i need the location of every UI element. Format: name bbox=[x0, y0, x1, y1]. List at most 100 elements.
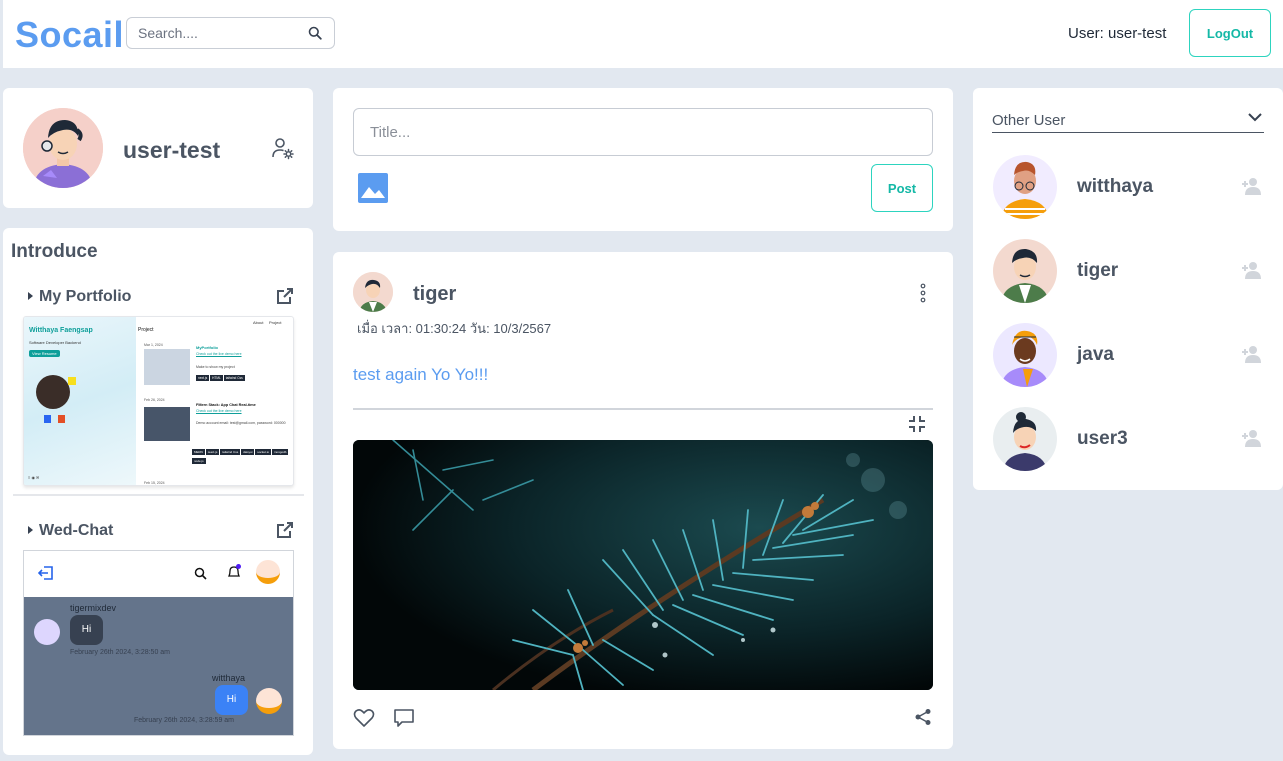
post-divider bbox=[353, 408, 933, 410]
post-composer: Post bbox=[333, 88, 953, 231]
post-image[interactable] bbox=[353, 440, 933, 690]
portfolio-toggle[interactable]: My Portfolio bbox=[28, 288, 131, 306]
search-box[interactable] bbox=[126, 17, 335, 49]
avatar-illustration bbox=[993, 407, 1057, 471]
image-upload-icon[interactable] bbox=[357, 172, 389, 204]
caret-right-icon bbox=[28, 525, 33, 534]
add-friend-icon[interactable] bbox=[1241, 177, 1263, 195]
logout-button[interactable]: LogOut bbox=[1189, 9, 1271, 57]
other-user-row[interactable]: tiger bbox=[993, 239, 1265, 303]
chat-sender: tigermixdev bbox=[70, 603, 117, 613]
other-user-avatar[interactable] bbox=[993, 407, 1057, 471]
preview-tag: mongodb bbox=[271, 449, 289, 455]
js-logo-icon bbox=[68, 377, 76, 385]
preview-entry-link: Check out the live demo here bbox=[196, 352, 242, 356]
chat-avatar bbox=[34, 619, 60, 645]
avatar-illustration bbox=[23, 108, 103, 188]
external-link-icon[interactable] bbox=[276, 521, 294, 539]
comment-icon[interactable] bbox=[393, 708, 415, 728]
avatar-illustration bbox=[993, 323, 1057, 387]
add-friend-icon[interactable] bbox=[1241, 261, 1263, 279]
chat-bubble: Hi bbox=[70, 615, 103, 645]
search-icon[interactable] bbox=[308, 26, 322, 40]
chat-avatar bbox=[256, 688, 282, 714]
css-logo-icon bbox=[44, 415, 51, 423]
post-title-input[interactable] bbox=[353, 108, 933, 156]
preview-tag: HTML bbox=[210, 375, 223, 381]
profile-avatar[interactable] bbox=[23, 108, 103, 188]
preview-nav-about: About bbox=[253, 320, 264, 325]
preview-entry-title: MyPortfolio bbox=[196, 345, 218, 350]
other-user-avatar[interactable] bbox=[993, 155, 1057, 219]
chat-time: February 26th 2024, 3:28:59 am bbox=[134, 717, 235, 724]
preview-chat-header bbox=[24, 551, 293, 597]
avatar-illustration bbox=[993, 155, 1057, 219]
preview-tag: react.js bbox=[205, 449, 220, 455]
preview-entry-title: FMern Stack: App Chat Real-time bbox=[196, 403, 256, 407]
post-author-avatar[interactable] bbox=[353, 272, 393, 312]
html-logo-icon bbox=[58, 415, 65, 423]
add-friend-icon[interactable] bbox=[1241, 429, 1263, 447]
add-friend-icon[interactable] bbox=[1241, 345, 1263, 363]
other-user-name[interactable]: witthaya bbox=[1077, 176, 1153, 198]
preview-tag: tailwind Css bbox=[223, 375, 245, 381]
chat-time: February 26th 2024, 3:28:50 am bbox=[70, 649, 171, 656]
portfolio-label: My Portfolio bbox=[39, 288, 132, 305]
brand-logo[interactable]: Socail bbox=[15, 14, 124, 56]
preview-tag: node.js bbox=[192, 458, 206, 464]
preview-view-button: View Resume bbox=[29, 350, 60, 357]
share-icon[interactable] bbox=[914, 708, 932, 726]
avatar-illustration bbox=[993, 239, 1057, 303]
top-header: Socail User: user-test LogOut bbox=[3, 0, 1283, 68]
divider bbox=[13, 494, 304, 496]
preview-tag: next.js bbox=[196, 375, 210, 381]
preview-entry-image bbox=[144, 349, 190, 385]
preview-tag: tailwind Css bbox=[220, 449, 241, 455]
other-user-avatar[interactable] bbox=[993, 239, 1057, 303]
other-user-name[interactable]: user3 bbox=[1077, 428, 1128, 450]
search-icon bbox=[194, 567, 207, 580]
preview-entry-image bbox=[144, 407, 190, 441]
other-user-row[interactable]: user3 bbox=[993, 407, 1265, 471]
search-input[interactable] bbox=[138, 25, 298, 41]
preview-entry-date: Feb 26, 2024 bbox=[144, 398, 165, 402]
chat-sender: witthaya bbox=[212, 673, 246, 683]
current-user-label: User: user-test bbox=[1068, 25, 1167, 42]
other-user-row[interactable]: java bbox=[993, 323, 1265, 387]
preview-tag: daisyui bbox=[241, 449, 255, 455]
post-card: tiger เมื่อ เวลา: 01:30:24 วัน: 10/3/256… bbox=[333, 252, 953, 749]
other-user-row[interactable]: witthaya bbox=[993, 155, 1265, 219]
other-users-dropdown[interactable]: Other User bbox=[992, 108, 1264, 133]
other-user-avatar[interactable] bbox=[993, 323, 1057, 387]
post-button[interactable]: Post bbox=[871, 164, 933, 212]
external-link-icon[interactable] bbox=[276, 287, 294, 305]
profile-card: user-test bbox=[3, 88, 313, 208]
portfolio-preview[interactable]: Witthaya Faengsap Software Developer Bac… bbox=[23, 316, 294, 486]
user-settings-icon[interactable] bbox=[271, 136, 295, 160]
webchat-label: Wed-Chat bbox=[39, 522, 114, 539]
preview-entry-tags: next.js HTML tailwind Css bbox=[196, 375, 245, 381]
preview-tag: socket.io bbox=[255, 449, 272, 455]
preview-entry-date: Mar 1, 2024 bbox=[144, 343, 163, 347]
webchat-preview[interactable]: tigermixdev Hi February 26th 2024, 3:28:… bbox=[23, 550, 294, 736]
preview-entry-desc: Make to show my project bbox=[196, 365, 235, 369]
preview-avatar bbox=[256, 560, 280, 584]
introduce-card: Introduce My Portfolio Witthaya Faengsap… bbox=[3, 228, 313, 755]
profile-username: user-test bbox=[123, 137, 221, 163]
preview-photo bbox=[36, 375, 70, 409]
post-timestamp: เมื่อ เวลา: 01:30:24 วัน: 10/3/2567 bbox=[357, 321, 552, 336]
post-content: test again Yo Yo!!! bbox=[353, 365, 489, 384]
preview-entry-date: Feb 15, 2024 bbox=[144, 481, 165, 485]
webchat-toggle[interactable]: Wed-Chat bbox=[28, 522, 113, 540]
preview-chat-body bbox=[24, 597, 293, 735]
logout-icon bbox=[38, 566, 53, 580]
pine-branch-image bbox=[353, 440, 933, 690]
more-options-icon[interactable] bbox=[915, 282, 931, 304]
like-icon[interactable] bbox=[353, 708, 375, 728]
other-user-name[interactable]: tiger bbox=[1077, 260, 1118, 282]
other-user-name[interactable]: java bbox=[1077, 344, 1114, 366]
preview-entry-desc: Demo account email: test@gmail.com, pass… bbox=[196, 421, 286, 425]
collapse-icon[interactable] bbox=[907, 414, 927, 434]
avatar-illustration bbox=[353, 272, 393, 312]
post-author-name[interactable]: tiger bbox=[413, 283, 456, 306]
